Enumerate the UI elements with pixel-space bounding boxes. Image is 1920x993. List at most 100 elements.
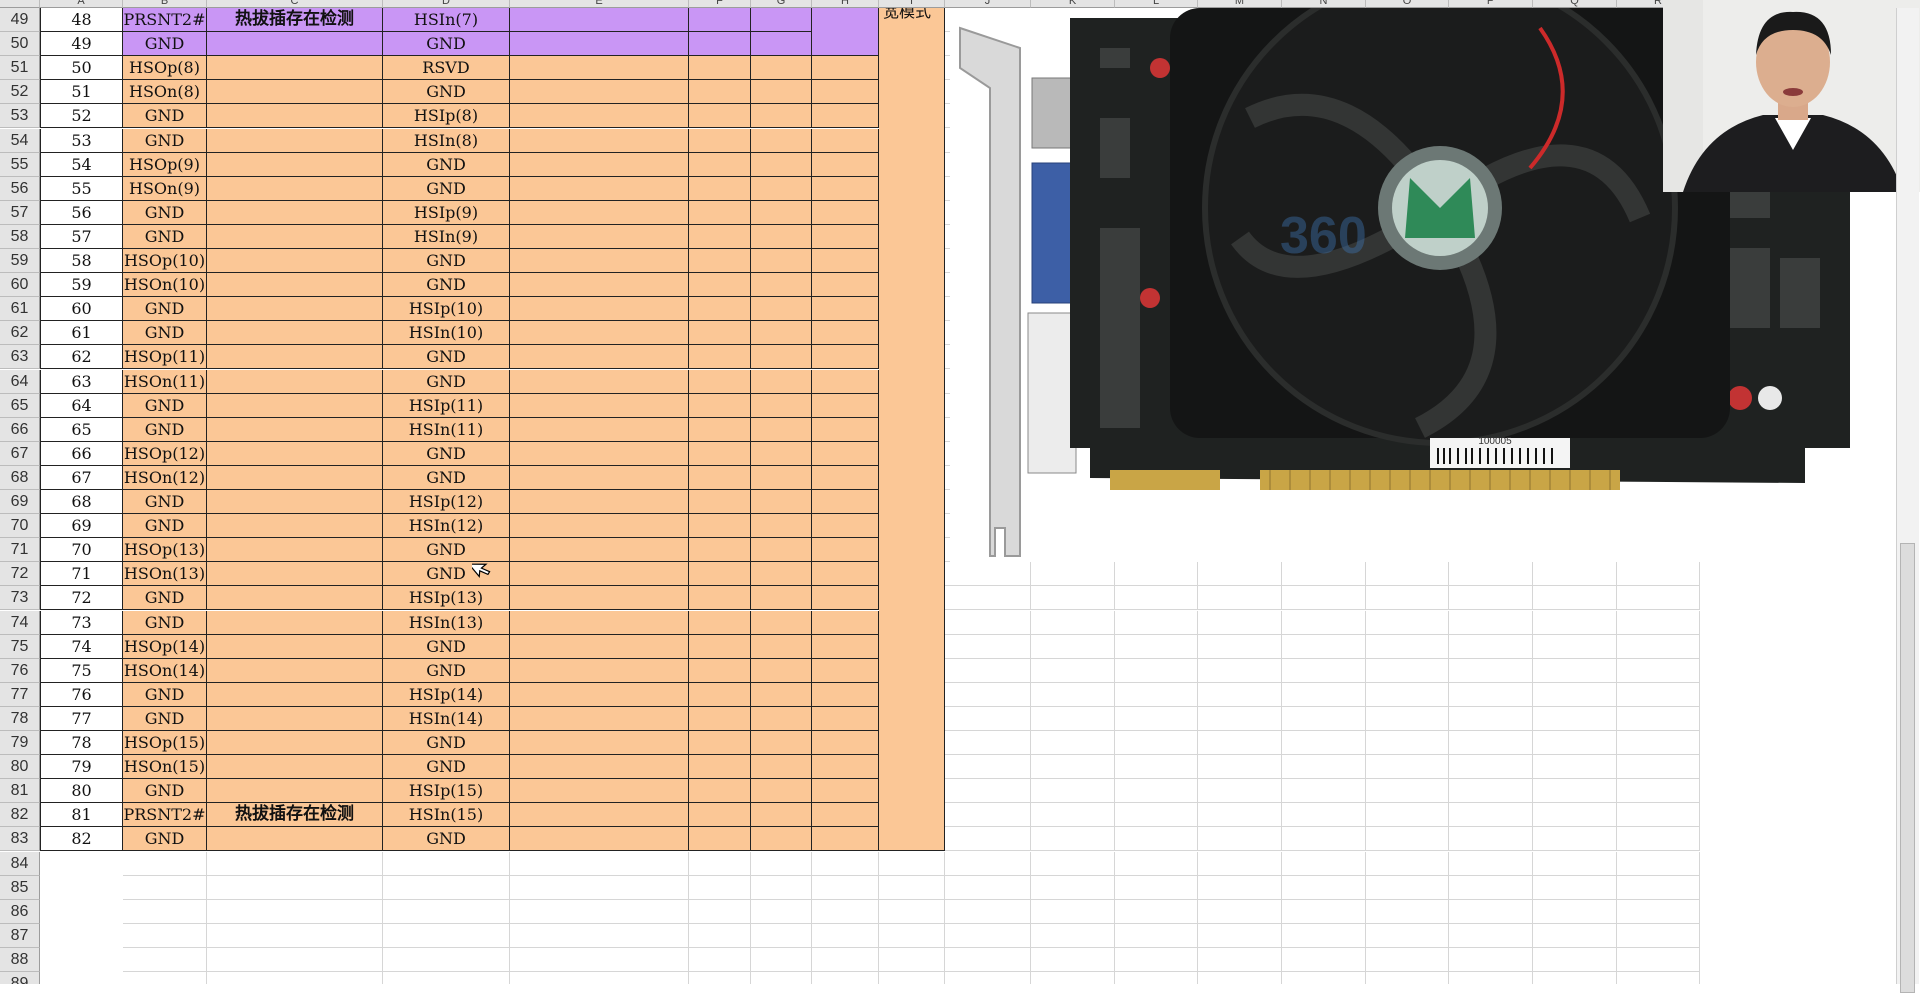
grid-cell[interactable] <box>1533 610 1617 635</box>
cell-d[interactable]: GND <box>383 755 510 780</box>
grid-cell[interactable] <box>1366 755 1449 780</box>
column-header[interactable]: O <box>1366 0 1449 8</box>
grid-cell[interactable] <box>1366 947 1449 972</box>
cell-g[interactable] <box>751 176 812 201</box>
grid-cell[interactable] <box>1031 610 1115 635</box>
cell-h[interactable] <box>812 80 879 105</box>
cell-b[interactable]: GND <box>123 393 207 418</box>
row-header[interactable]: 58 <box>0 224 40 249</box>
grid-cell[interactable] <box>1115 779 1198 804</box>
grid-cell[interactable] <box>1282 731 1366 756</box>
cell-g[interactable] <box>751 393 812 418</box>
grid-cell[interactable] <box>1366 706 1449 731</box>
grid-cell[interactable] <box>1366 875 1449 900</box>
cell-c[interactable] <box>207 562 383 587</box>
grid-cell[interactable] <box>689 923 751 948</box>
merged-cell-i[interactable]: 宽模式 <box>879 8 945 851</box>
cell-f[interactable] <box>689 490 751 515</box>
grid-cell[interactable] <box>123 875 207 900</box>
cell-f[interactable] <box>689 152 751 177</box>
grid-cell[interactable] <box>1031 562 1115 587</box>
vertical-scrollbar[interactable] <box>1896 8 1919 993</box>
grid-cell[interactable] <box>1366 610 1449 635</box>
grid-cell[interactable] <box>1533 779 1617 804</box>
cell-e[interactable] <box>510 8 689 33</box>
cell-f[interactable] <box>689 297 751 322</box>
cell-d[interactable]: HSIn(13) <box>383 610 510 635</box>
cell-g[interactable] <box>751 827 812 852</box>
grid-cell[interactable] <box>751 875 812 900</box>
cell-c[interactable] <box>207 321 383 346</box>
grid-cell[interactable] <box>1115 706 1198 731</box>
grid-cell[interactable] <box>383 947 510 972</box>
grid-cell[interactable] <box>510 875 689 900</box>
cell-e[interactable] <box>510 538 689 563</box>
grid-cell[interactable] <box>383 972 510 984</box>
cell-h[interactable] <box>812 345 879 370</box>
grid-cell[interactable] <box>1449 562 1533 587</box>
cell-d[interactable]: GND <box>383 273 510 298</box>
cell-a[interactable]: 66 <box>40 441 123 466</box>
cell-f[interactable] <box>689 441 751 466</box>
cell-g[interactable] <box>751 297 812 322</box>
cell-c[interactable]: 热拔插存在检测 <box>207 8 383 33</box>
cell-d[interactable]: GND <box>383 634 510 659</box>
grid-cell[interactable] <box>1031 899 1115 924</box>
cell-g[interactable] <box>751 658 812 683</box>
cell-f[interactable] <box>689 345 751 370</box>
grid-cell[interactable] <box>945 803 1031 828</box>
cell-c[interactable] <box>207 490 383 515</box>
grid-cell[interactable] <box>945 851 1031 876</box>
cell-d[interactable]: HSIn(11) <box>383 417 510 442</box>
cell-a[interactable]: 69 <box>40 514 123 539</box>
cell-c[interactable] <box>207 779 383 804</box>
grid-cell[interactable] <box>1198 755 1282 780</box>
grid-cell[interactable] <box>1366 851 1449 876</box>
cell-e[interactable] <box>510 465 689 490</box>
cell-c[interactable] <box>207 586 383 611</box>
cell-e[interactable] <box>510 441 689 466</box>
grid-cell[interactable] <box>123 851 207 876</box>
grid-cell[interactable] <box>945 610 1031 635</box>
cell-h[interactable] <box>812 827 879 852</box>
cell-h[interactable] <box>812 490 879 515</box>
grid-cell[interactable] <box>1449 610 1533 635</box>
cell-g[interactable] <box>751 321 812 346</box>
cell-e[interactable] <box>510 634 689 659</box>
row-header[interactable]: 67 <box>0 441 40 466</box>
grid-cell[interactable] <box>207 899 383 924</box>
cell-e[interactable] <box>510 80 689 105</box>
cell-e[interactable] <box>510 321 689 346</box>
grid-cell[interactable] <box>1115 923 1198 948</box>
cell-e[interactable] <box>510 417 689 442</box>
row-header[interactable]: 78 <box>0 706 40 731</box>
grid-cell[interactable] <box>1533 923 1617 948</box>
cell-b[interactable]: GND <box>123 104 207 129</box>
grid-cell[interactable] <box>1115 731 1198 756</box>
grid-cell[interactable] <box>1115 827 1198 852</box>
cell-g[interactable] <box>751 80 812 105</box>
grid-cell[interactable] <box>1617 634 1700 659</box>
grid-cell[interactable] <box>1198 779 1282 804</box>
column-header[interactable]: K <box>1031 0 1115 8</box>
row-header[interactable]: 51 <box>0 56 40 81</box>
cell-h[interactable] <box>812 441 879 466</box>
cell-c[interactable] <box>207 200 383 225</box>
row-header[interactable]: 83 <box>0 827 40 852</box>
grid-cell[interactable] <box>1031 731 1115 756</box>
grid-cell[interactable] <box>812 923 879 948</box>
column-header[interactable]: M <box>1198 0 1282 8</box>
grid-cell[interactable] <box>1617 899 1700 924</box>
grid-cell[interactable] <box>1366 803 1449 828</box>
grid-cell[interactable] <box>1282 851 1366 876</box>
grid-cell[interactable] <box>1282 610 1366 635</box>
grid-cell[interactable] <box>1115 586 1198 611</box>
grid-cell[interactable] <box>879 972 945 984</box>
cell-b[interactable]: HSOp(9) <box>123 152 207 177</box>
grid-cell[interactable] <box>1115 947 1198 972</box>
cell-f[interactable] <box>689 80 751 105</box>
cell-c[interactable]: 热拔插存在检测 <box>207 803 383 828</box>
column-header[interactable]: I <box>879 0 945 8</box>
cell-d[interactable]: HSIp(14) <box>383 682 510 707</box>
cell-g[interactable] <box>751 417 812 442</box>
